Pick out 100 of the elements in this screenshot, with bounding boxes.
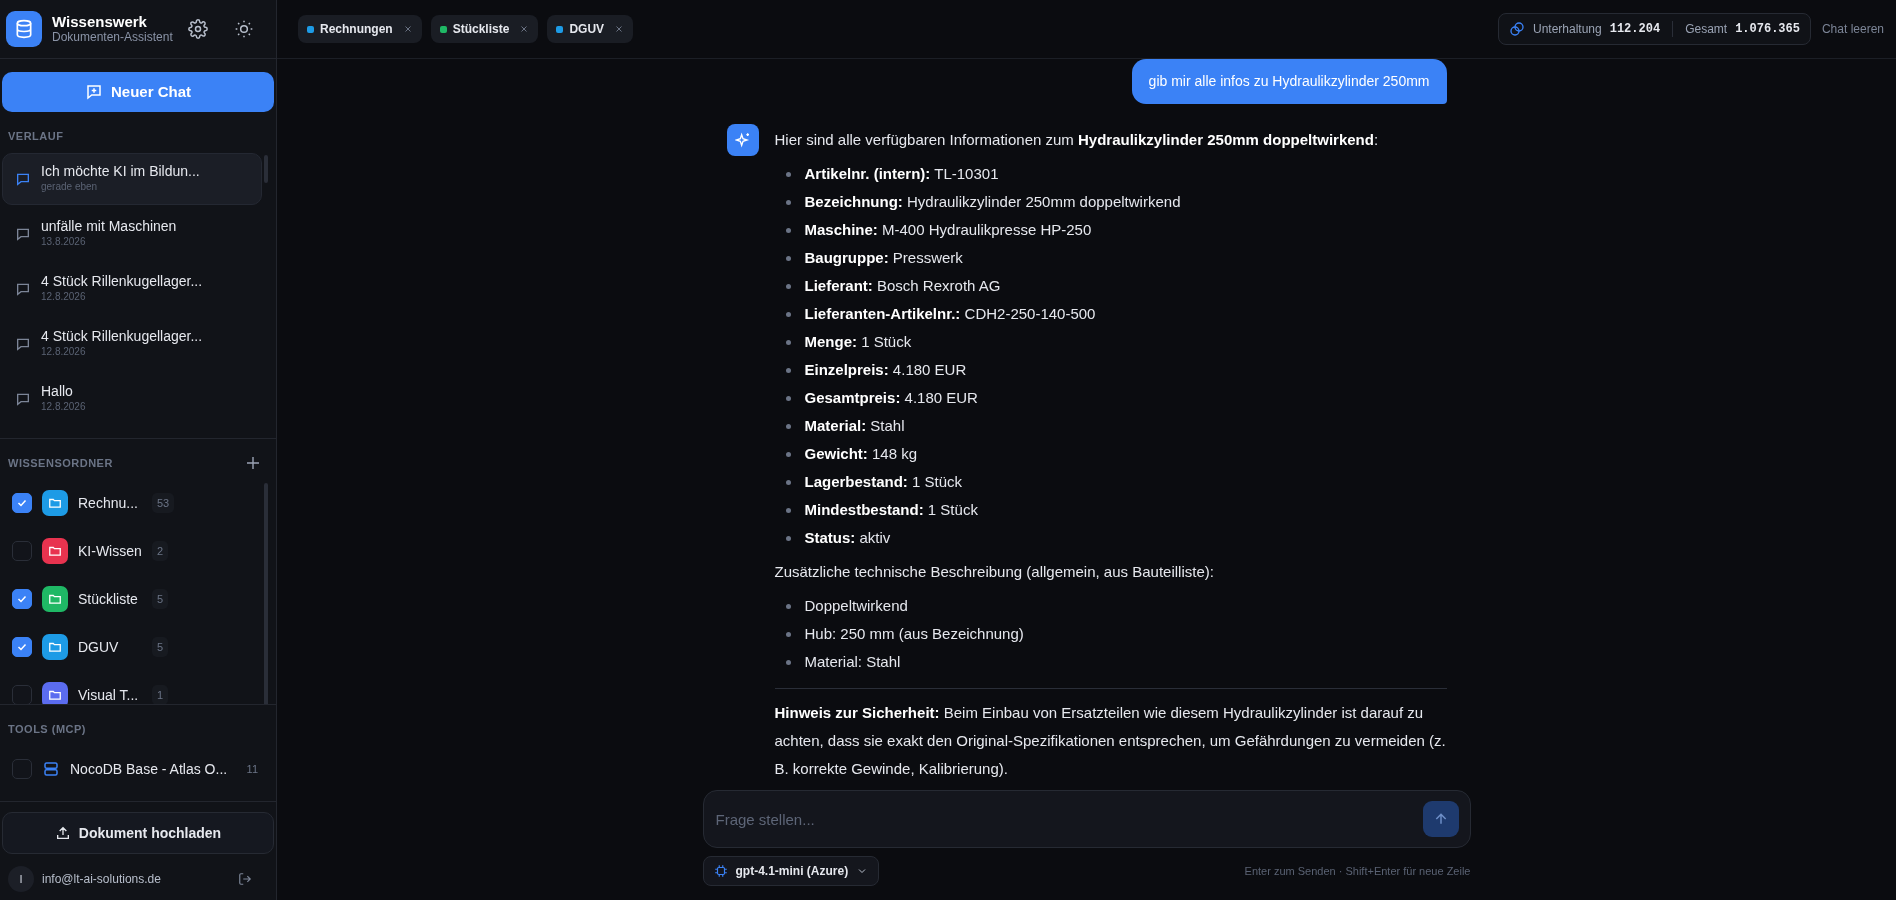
bullet (785, 311, 791, 317)
settings-icon[interactable] (188, 19, 208, 39)
list-item: Mindestbestand: 1 Stück (804, 500, 978, 520)
new-chat-button[interactable]: Neuer Chat (2, 72, 274, 112)
bullet (785, 199, 791, 205)
history-item[interactable]: 4 Stück Rillenkugellager... 12.8.2026 (2, 317, 262, 370)
list-item: Hub: 250 mm (aus Bezeichnung) (804, 624, 1024, 644)
checkbox[interactable] (12, 637, 32, 657)
logout-icon[interactable] (238, 872, 252, 886)
filter-chip[interactable]: Rechnungen (298, 15, 422, 43)
chip-label: Rechnungen (320, 21, 393, 38)
model-selector[interactable]: gpt-4.1-mini (Azure) (702, 856, 880, 886)
message-input[interactable]: Frage stellen... (702, 790, 1471, 848)
chip-label: DGUV (569, 21, 605, 38)
usage-label: Unterhaltung (1533, 21, 1602, 38)
user-avatar: I (8, 866, 34, 892)
bullet (785, 535, 791, 541)
check-icon (16, 497, 28, 509)
history-time: 12.8.2026 (41, 290, 87, 305)
section-heading: WISSENSORDNER (8, 455, 113, 471)
bullet (785, 631, 791, 637)
filter-chip[interactable]: Stückliste (430, 15, 539, 43)
list-item: Material: Stahl (804, 416, 905, 436)
document-count: 5 (152, 636, 169, 658)
list-item: Doppeltwirkend (804, 596, 908, 616)
user-email: info@lt-ai-solutions.de (42, 871, 162, 888)
send-button[interactable] (1422, 801, 1459, 837)
history-item[interactable]: Hallo 12.8.2026 (2, 372, 262, 425)
history-time: 12.8.2026 (41, 400, 86, 415)
scrollbar[interactable] (264, 483, 268, 704)
history-time: gerade eben (41, 180, 99, 195)
list-item: Gesamtpreis: 4.180 EUR (804, 388, 978, 408)
bullet (785, 659, 791, 665)
upload-icon (54, 825, 71, 841)
folder-name[interactable]: DGUV (78, 636, 142, 658)
document-count: 5 (152, 588, 169, 610)
usage-label: Gesamt (1685, 21, 1728, 38)
bullet (785, 255, 791, 261)
sun-icon[interactable] (234, 19, 254, 39)
tool-name[interactable]: NocoDB Base - Atlas O... (70, 758, 237, 780)
add-icon[interactable] (246, 455, 260, 470)
app-title: Wissenswerk (52, 13, 148, 31)
list-item: Maschine: M-400 Hydraulikpresse HP-250 (804, 220, 1092, 240)
history-item[interactable]: Ich möchte KI im Bildun... gerade eben (2, 152, 262, 205)
checkbox[interactable] (12, 541, 32, 561)
tool-count: 11 (246, 761, 258, 777)
list-item: Artikelnr. (intern): TL-10301 (804, 164, 999, 184)
message-paragraph: Hier sind alle verfügbaren Informationen zum Hydraulikzylinder 250mm doppeltwirkend: (774, 130, 1380, 150)
folder-name[interactable]: Rechnu... (78, 492, 142, 514)
message-paragraph: Zusätzliche technische Beschreibung (allgemein, aus Bauteilliste): (774, 562, 1215, 582)
clear-chat-button[interactable]: Chat leeren (1819, 20, 1886, 38)
bullet (785, 171, 791, 177)
document-count: 2 (152, 540, 169, 562)
input-hint: Enter zum Senden · Shift+Enter für neue Zeile (1244, 863, 1471, 879)
check-icon (16, 641, 28, 653)
upload-button[interactable]: Dokument hochladen (2, 812, 274, 854)
bullet (785, 507, 791, 513)
message-paragraph: Hinweis zur Sicherheit: Beim Einbau von Ersatzteilen wie diesem Hydraulikzylinder ist darauf zu achten, dass sie exakt den Original-Spezifikationen entsprechen, um Gefährdungen zu vermeiden (z. B. korrekte Gewinde, Kalibrierung). (774, 703, 1447, 779)
database-icon (6, 11, 42, 47)
folder-name[interactable]: Visual T... (78, 684, 142, 704)
list-item: Menge: 1 Stück (804, 332, 912, 352)
list-item: Baugruppe: Presswerk (804, 248, 963, 268)
folder-name[interactable]: Stückliste (78, 588, 142, 610)
bullet (785, 339, 791, 345)
close-icon[interactable] (614, 24, 625, 34)
checkbox[interactable] (12, 759, 32, 779)
bullet (785, 479, 791, 485)
bullet (785, 451, 791, 457)
bullet (785, 367, 791, 373)
history-time: 12.8.2026 (41, 345, 87, 360)
list-item: Gewicht: 148 kg (804, 444, 918, 464)
history-item[interactable]: 4 Stück Rillenkugellager... 12.8.2026 (2, 262, 262, 315)
checkbox[interactable] (12, 589, 32, 609)
coins-icon (1509, 21, 1525, 37)
folder-name[interactable]: KI-Wissen (78, 540, 142, 562)
usage-value: 112.204 (1609, 21, 1661, 38)
list-item: Lieferant: Bosch Rexroth AG (804, 276, 1001, 296)
checkbox[interactable] (12, 685, 32, 704)
sparkle-icon (726, 124, 759, 156)
document-count: 53 (152, 492, 175, 514)
history-title: 4 Stück Rillenkugellager... (41, 272, 203, 290)
bullet (785, 283, 791, 289)
list-item: Einzelpreis: 4.180 EUR (804, 360, 967, 380)
list-item: Status: aktiv (804, 528, 891, 548)
list-item: Bezeichnung: Hydraulikzylinder 250mm doppeltwirkend (804, 192, 1181, 212)
checkbox[interactable] (12, 493, 32, 513)
history-title: unfälle mit Maschinen (41, 217, 177, 235)
bullet (785, 603, 791, 609)
close-icon[interactable] (402, 24, 413, 34)
bullet (785, 395, 791, 401)
usage-value: 1.076.365 (1735, 21, 1800, 38)
check-icon (16, 593, 28, 605)
filter-chip[interactable]: DGUV (547, 15, 634, 43)
chip-label: Stückliste (452, 21, 510, 38)
scrollbar[interactable] (264, 154, 268, 183)
close-icon[interactable] (519, 24, 530, 34)
list-item: Material: Stahl (804, 652, 901, 672)
history-item[interactable]: unfälle mit Maschinen 13.8.2026 (2, 207, 262, 260)
section-heading: TOOLS (MCP) (7, 721, 87, 737)
server-icon (42, 760, 60, 778)
